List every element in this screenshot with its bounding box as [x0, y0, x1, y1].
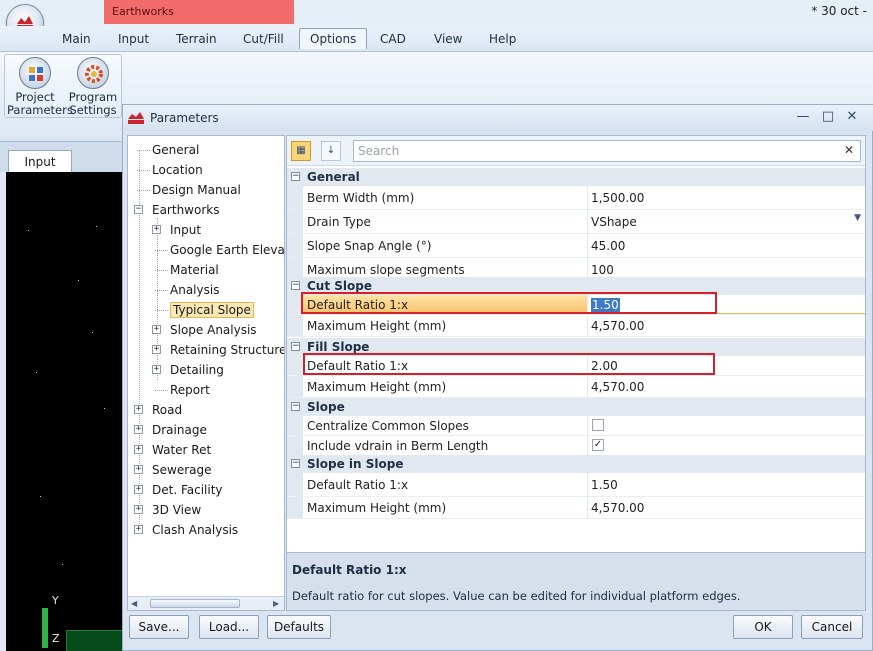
context-tab[interactable]: Earthworks	[104, 0, 294, 24]
parameters-dialog: Parameters — □ ✕ General Location Design…	[122, 104, 873, 651]
clear-search-icon[interactable]: ✕	[844, 143, 854, 157]
menu-help[interactable]: Help	[489, 32, 516, 46]
search-placeholder: Search	[358, 144, 400, 158]
menu-options[interactable]: Options	[299, 28, 368, 49]
property-row[interactable]: Include vdrain in Berm Length ✓	[287, 436, 865, 456]
category-general[interactable]: − General	[287, 168, 865, 186]
star-dot	[62, 564, 63, 565]
highlight-box	[303, 353, 715, 375]
tree-guide-line	[157, 218, 158, 380]
centralize-common-slopes-checkbox[interactable]	[592, 419, 604, 431]
property-row[interactable]: Maximum Height (mm) 4,570.00	[287, 315, 865, 337]
maximize-icon[interactable]: □	[819, 109, 837, 125]
expand-icon[interactable]: +	[134, 505, 143, 514]
description-text: Default ratio for cut slopes. Value can …	[292, 589, 741, 603]
y-axis-indicator	[42, 608, 48, 648]
search-input[interactable]: Search ✕	[353, 140, 861, 162]
menu-cut-fill[interactable]: Cut/Fill	[243, 32, 284, 46]
star-dot	[96, 226, 97, 227]
categorized-view-icon[interactable]: ▦	[291, 141, 311, 161]
menu-cad[interactable]: CAD	[380, 32, 406, 46]
load-button[interactable]: Load...	[199, 615, 259, 639]
include-vdrain-checkbox[interactable]: ✓	[592, 439, 604, 451]
expand-icon[interactable]: +	[134, 445, 143, 454]
property-row[interactable]: Drain Type VShape ▼	[287, 210, 865, 234]
y-axis-label: Y	[52, 594, 59, 607]
app-logo-icon	[128, 112, 144, 124]
close-icon[interactable]: ✕	[843, 109, 861, 125]
star-dot	[28, 230, 29, 231]
menu-bar: Main Input Terrain Cut/Fill Options CAD …	[0, 26, 873, 52]
category-slope[interactable]: − Slope	[287, 398, 865, 416]
dialog-title-bar[interactable]: Parameters — □ ✕	[123, 105, 873, 131]
collapse-icon[interactable]: −	[291, 402, 300, 411]
program-settings-icon	[77, 57, 109, 89]
menu-input[interactable]: Input	[118, 32, 149, 46]
cancel-button[interactable]: Cancel	[801, 615, 863, 639]
dropdown-arrow-icon[interactable]: ▼	[854, 213, 861, 223]
x-axis-indicator	[66, 630, 124, 651]
highlight-box	[301, 292, 717, 314]
project-parameters-button[interactable]: Project Parameters	[7, 57, 73, 117]
expand-icon[interactable]: +	[134, 425, 143, 434]
scroll-left-icon[interactable]: ◀	[131, 599, 139, 608]
save-button[interactable]: Save...	[129, 615, 189, 639]
dialog-title: Parameters	[150, 111, 219, 125]
property-row[interactable]: Maximum Height (mm) 4,570.00	[287, 497, 865, 519]
drain-type-select[interactable]: VShape ▼	[587, 210, 865, 233]
star-dot	[104, 408, 105, 409]
menu-view[interactable]: View	[434, 32, 462, 46]
expand-icon[interactable]: +	[152, 225, 161, 234]
scroll-right-icon[interactable]: ▶	[273, 599, 281, 608]
scrollbar-thumb[interactable]	[150, 599, 240, 608]
ribbon-group-settings: Project Parameters Program Settings	[4, 54, 122, 118]
property-row[interactable]: Centralize Common Slopes	[287, 416, 865, 436]
title-bar: Earthworks * 30 oct -	[0, 0, 873, 26]
collapse-icon[interactable]: −	[291, 172, 300, 181]
expand-icon[interactable]: +	[134, 525, 143, 534]
program-settings-button[interactable]: Program Settings	[65, 57, 121, 117]
expand-icon[interactable]: +	[134, 485, 143, 494]
expand-icon[interactable]: +	[152, 345, 161, 354]
expand-icon[interactable]: +	[152, 325, 161, 334]
collapse-icon[interactable]: −	[291, 459, 300, 468]
property-row[interactable]: Slope Snap Angle (°) 45.00	[287, 234, 865, 258]
property-row[interactable]: Maximum Height (mm) 4,570.00	[287, 376, 865, 398]
star-dot	[36, 372, 37, 373]
z-axis-label: Z	[52, 632, 60, 645]
expand-icon[interactable]: +	[152, 365, 161, 374]
drawing-viewport[interactable]: Y Z	[6, 172, 124, 651]
collapse-icon[interactable]: −	[291, 281, 300, 290]
program-settings-label: Program Settings	[68, 90, 118, 117]
category-slope-in-slope[interactable]: − Slope in Slope	[287, 455, 865, 473]
tab-input[interactable]: Input	[8, 150, 72, 172]
star-dot	[78, 280, 79, 281]
property-grid-toolbar: ▦ ↓ Search ✕	[287, 136, 865, 166]
expand-icon[interactable]: +	[134, 465, 143, 474]
property-row[interactable]: Berm Width (mm) 1,500.00	[287, 186, 865, 210]
parameters-tree[interactable]: General Location Design Manual − Earthwor…	[127, 135, 285, 611]
property-grid: ▦ ↓ Search ✕ − General Berm Width (mm) 1,5…	[286, 135, 866, 611]
project-parameters-icon	[19, 57, 51, 89]
tree-horizontal-scrollbar[interactable]: ◀ ▶	[128, 596, 284, 610]
property-description-panel: Default Ratio 1:x Default ratio for cut …	[287, 552, 865, 610]
minimize-icon[interactable]: —	[794, 109, 812, 125]
star-dot	[92, 332, 93, 333]
alphabetical-sort-icon[interactable]: ↓	[321, 141, 341, 161]
ok-button[interactable]: OK	[733, 615, 793, 639]
property-row[interactable]: Default Ratio 1:x 1.50	[287, 473, 865, 497]
expand-icon[interactable]: +	[134, 405, 143, 414]
collapse-icon[interactable]: −	[134, 205, 143, 214]
star-dot	[40, 496, 41, 497]
collapse-icon[interactable]: −	[291, 342, 300, 351]
description-title: Default Ratio 1:x	[292, 563, 407, 577]
defaults-button[interactable]: Defaults	[267, 615, 331, 639]
document-title: * 30 oct -	[811, 4, 867, 18]
project-parameters-label: Project Parameters	[7, 90, 73, 117]
menu-terrain[interactable]: Terrain	[176, 32, 217, 46]
menu-main[interactable]: Main	[62, 32, 91, 46]
